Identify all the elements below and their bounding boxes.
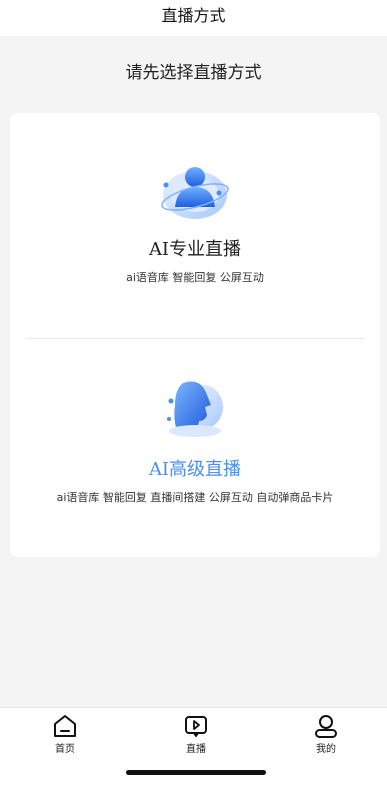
tab-label: 首页: [55, 744, 75, 755]
tab-live[interactable]: 直播: [166, 713, 226, 755]
tab-home[interactable]: 首页: [35, 713, 95, 755]
ai-head-profile-icon: [167, 381, 223, 437]
section-heading: 请先选择直播方式: [125, 63, 262, 83]
option-ai-advanced-live[interactable]: AI高级直播 ai语音库 智能回复 直播间搭建 公屏互动 自动弹商品卡片: [10, 375, 380, 505]
ai-orbit-user-icon: [161, 167, 229, 219]
option-features: ai语音库 智能回复 公屏互动: [126, 271, 264, 284]
app-screen: 直播方式 请先选择直播方式 AI专业直播 ai语音库 智能回复 公屏互动 AI高…: [0, 0, 387, 790]
home-indicator: [126, 770, 266, 775]
tab-label: 我的: [316, 744, 336, 755]
option-features: ai语音库 智能回复 直播间搭建 公屏互动 自动弹商品卡片: [56, 491, 334, 504]
home-icon: [54, 715, 76, 737]
divider: [26, 338, 364, 339]
live-play-icon: [185, 716, 207, 737]
user-icon: [315, 715, 337, 738]
navbar: 直播方式: [0, 0, 387, 36]
option-title: AI高级直播: [148, 459, 242, 480]
live-mode-card: AI专业直播 ai语音库 智能回复 公屏互动 AI高级直播 ai语音库 智能回复…: [10, 113, 380, 557]
option-ai-professional-live[interactable]: AI专业直播 ai语音库 智能回复 公屏互动: [10, 155, 380, 285]
bottom-tab-bar: 首页 直播 我的: [0, 707, 387, 790]
option-title: AI专业直播: [148, 239, 242, 260]
tab-label: 直播: [186, 744, 206, 755]
tab-mine[interactable]: 我的: [296, 713, 356, 755]
page-title: 直播方式: [161, 6, 226, 25]
